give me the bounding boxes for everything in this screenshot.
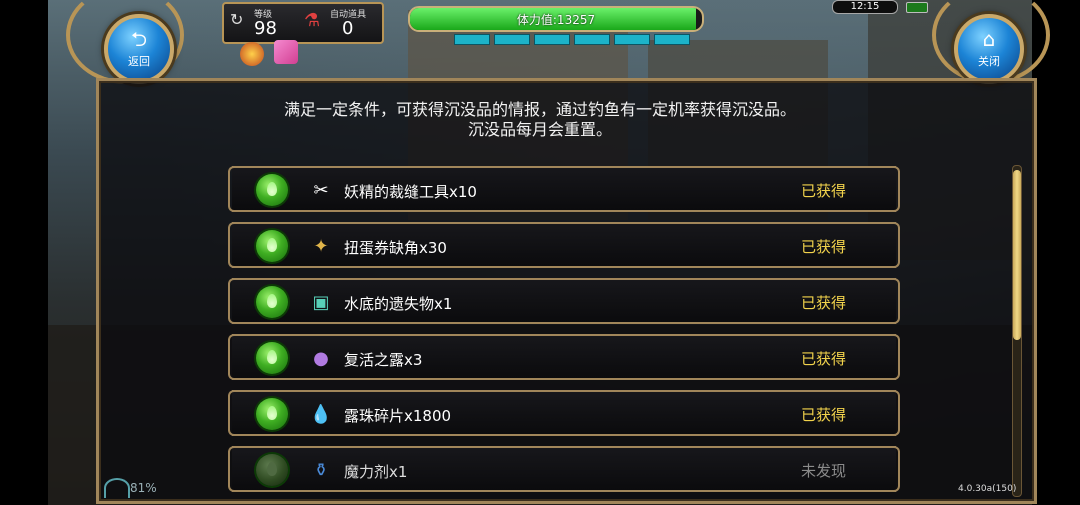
status-orb-icon: [256, 286, 288, 318]
close-button-label: 关闭: [978, 55, 1000, 68]
level-value: 98: [254, 18, 277, 39]
close-button[interactable]: ⌂ 关闭: [954, 14, 1024, 84]
scissors-icon: ✂: [313, 179, 329, 201]
medal-icon[interactable]: [240, 42, 264, 66]
energy-segments: [454, 34, 690, 45]
description-line-2: 沉没品每月会重置。: [467, 120, 612, 139]
item-status: 已获得: [800, 406, 846, 424]
status-orb-icon: [256, 230, 288, 262]
list-scrollbar[interactable]: [1012, 165, 1022, 497]
item-status: 已获得: [800, 294, 846, 312]
return-arrow-icon: ⮌: [130, 27, 148, 51]
list-item[interactable]: ⚱ 魔力剂x1 未发现: [228, 446, 900, 492]
treasure-chest-icon: ▣: [312, 291, 330, 313]
clock: 12:15: [832, 0, 898, 14]
energy-segment: [574, 34, 610, 45]
item-status: 已获得: [800, 238, 846, 256]
item-name: 扭蛋券缺角x30: [344, 239, 447, 257]
home-icon: ⌂: [982, 27, 996, 51]
list-item[interactable]: 💧 露珠碎片x1800 已获得: [228, 390, 900, 436]
item-status: 未发现: [800, 462, 846, 480]
status-orb-icon: [256, 342, 288, 374]
list-item[interactable]: ✂ 妖精的裁缝工具x10 已获得: [228, 166, 900, 212]
energy-segment: [614, 34, 650, 45]
panel-description: 满足一定条件，可获得沉没品的情报，通过钓鱼有一定机率获得沉没品。 沉没品每月会重…: [150, 100, 930, 140]
item-name: 妖精的裁缝工具x10: [344, 183, 477, 201]
potion-flask-icon: ⚱: [313, 459, 329, 481]
ticket-fragment-icon: ✦: [313, 235, 329, 257]
list-item[interactable]: ▣ 水底的遗失物x1 已获得: [228, 278, 900, 324]
description-line-1: 满足一定条件，可获得沉没品的情报，通过钓鱼有一定机率获得沉没品。: [283, 100, 796, 119]
dew-drops-icon: 💧: [309, 403, 333, 425]
network-signal-icon: [104, 478, 130, 498]
list-item[interactable]: ● 复活之露x3 已获得: [228, 334, 900, 380]
list-item[interactable]: ✦ 扭蛋券缺角x30 已获得: [228, 222, 900, 268]
gift-box-icon[interactable]: [274, 40, 298, 64]
auto-item-value: 0: [342, 18, 354, 39]
item-name: 水底的遗失物x1: [344, 295, 453, 313]
item-status: 已获得: [800, 350, 846, 368]
back-button[interactable]: ⮌ 返回: [104, 14, 174, 84]
status-orb-icon: [256, 454, 288, 486]
item-name: 复活之露x3: [344, 351, 423, 369]
back-button-label: 返回: [128, 55, 150, 68]
status-orb-icon: [256, 398, 288, 430]
scroll-thumb[interactable]: [1013, 170, 1021, 340]
stamina-text: 体力值:13257: [516, 13, 596, 27]
energy-segment: [534, 34, 570, 45]
stamina-bar: 体力值:13257: [408, 6, 704, 32]
item-name: 露珠碎片x1800: [344, 407, 452, 425]
battery-icon: [906, 2, 928, 13]
energy-segment: [494, 34, 530, 45]
potion-icon: ⚗: [304, 10, 321, 31]
dark-orb-icon: ●: [313, 347, 329, 369]
network-percent: 81%: [130, 481, 157, 495]
energy-segment: [654, 34, 690, 45]
level-icon: ↻: [230, 10, 244, 29]
status-orb-icon: [256, 174, 288, 206]
player-stats-plate: ↻ 等级 98 ⚗ 自动道具 0: [222, 2, 384, 44]
item-name: 魔力剂x1: [344, 463, 408, 481]
version-label: 4.0.30a(150): [958, 484, 1017, 494]
item-status: 已获得: [800, 182, 846, 200]
energy-segment: [454, 34, 490, 45]
